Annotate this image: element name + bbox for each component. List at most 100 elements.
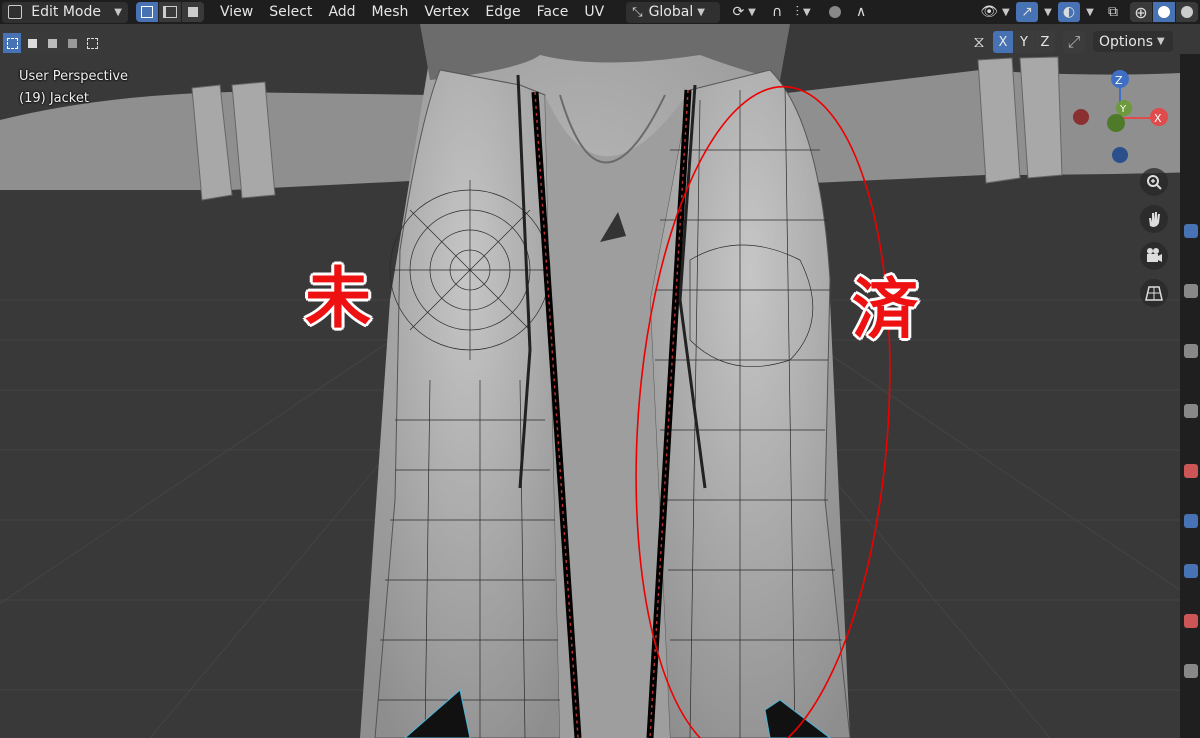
menu-view[interactable]: View bbox=[212, 1, 261, 23]
strip-icon[interactable] bbox=[1184, 614, 1198, 628]
gizmo-neg-x[interactable] bbox=[1073, 109, 1089, 125]
visibility-dropdown[interactable]: 👁 ▼ bbox=[978, 2, 1012, 22]
mode-dropdown[interactable]: Edit Mode ▼ bbox=[2, 1, 128, 23]
pan-button[interactable] bbox=[1140, 205, 1168, 233]
magnet-icon: ∩ bbox=[772, 4, 783, 20]
menu-uv[interactable]: UV bbox=[576, 1, 612, 23]
annotation-right-mark: 済 bbox=[852, 271, 918, 348]
wireframe-shading-button[interactable]: ⊕ bbox=[1130, 2, 1152, 22]
select-subtract-icon bbox=[47, 38, 57, 48]
menu-vertex[interactable]: Vertex bbox=[416, 1, 477, 23]
zoom-button[interactable] bbox=[1140, 168, 1168, 196]
mirror-icon[interactable]: ⧖ bbox=[969, 31, 989, 53]
chevron-down-icon: ▼ bbox=[697, 6, 705, 18]
camera-button[interactable] bbox=[1140, 242, 1168, 270]
mirror-axes: X Y Z bbox=[993, 31, 1055, 53]
chevron-down-icon: ▼ bbox=[114, 6, 122, 18]
grid-icon bbox=[1145, 286, 1163, 301]
solid-shading-button[interactable] bbox=[1153, 2, 1175, 22]
strip-icon[interactable] bbox=[1184, 664, 1198, 678]
eye-icon: 👁 bbox=[980, 4, 999, 20]
mirror-z-button[interactable]: Z bbox=[1035, 31, 1055, 53]
gizmo-dropdown[interactable]: ▼ bbox=[1038, 2, 1054, 22]
annotation-left-mark: 未 bbox=[305, 260, 371, 337]
edge-select-icon bbox=[163, 6, 177, 18]
menu-face[interactable]: Face bbox=[529, 1, 577, 23]
gizmo-toggle[interactable]: ↗ bbox=[1016, 2, 1038, 22]
tool-header-row: ⧖ X Y Z ⤢ Options ▼ bbox=[0, 30, 1200, 54]
chevron-down-icon: ▼ bbox=[748, 6, 756, 18]
select-invert-button[interactable] bbox=[63, 33, 81, 53]
chevron-down-icon: ▼ bbox=[803, 6, 811, 18]
gizmo-icon: ↗ bbox=[1021, 4, 1033, 20]
snap-target-icon: ⫶ bbox=[795, 4, 800, 20]
3d-viewport[interactable]: 未 済 User Perspective (19) Jacket Z X Y bbox=[0, 0, 1200, 738]
select-intersect-button[interactable] bbox=[83, 33, 101, 53]
select-box-modes bbox=[2, 32, 102, 54]
mirror-x-button[interactable]: X bbox=[993, 31, 1013, 53]
face-select-button[interactable] bbox=[182, 2, 204, 22]
menu-add[interactable]: Add bbox=[320, 1, 363, 23]
proportional-edit-toggle[interactable] bbox=[824, 2, 846, 22]
proportional-edit-icon bbox=[829, 6, 842, 18]
orientation-icon: ⤡ bbox=[632, 4, 643, 20]
strip-icon[interactable] bbox=[1184, 514, 1198, 528]
overlay-toggle[interactable]: ◐ bbox=[1058, 2, 1080, 22]
select-mode-group bbox=[136, 2, 204, 22]
viewport-header: Edit Mode ▼ View Select Add Mesh Vertex … bbox=[0, 0, 1200, 24]
snap-target-dropdown[interactable]: ⫶ ▼ bbox=[790, 2, 816, 22]
header-menus: View Select Add Mesh Vertex Edge Face UV bbox=[212, 1, 612, 23]
perspective-label: User Perspective bbox=[19, 69, 129, 84]
viewport-scene[interactable] bbox=[0, 0, 1200, 738]
overlay-icon: ◐ bbox=[1062, 4, 1076, 20]
editmode-icon bbox=[8, 5, 22, 19]
vertex-select-button[interactable] bbox=[136, 2, 158, 22]
select-extend-button[interactable] bbox=[23, 33, 41, 53]
strip-icon[interactable] bbox=[1184, 344, 1198, 358]
gizmo-z-label: Z bbox=[1115, 74, 1123, 87]
pivot-icon: ⟳ bbox=[732, 4, 745, 20]
xray-toggle[interactable]: ⧉ bbox=[1102, 2, 1124, 22]
grid-button[interactable] bbox=[1140, 279, 1168, 307]
overlay-dropdown[interactable]: ▼ bbox=[1080, 2, 1096, 22]
navigation-gizmo[interactable]: Z X Y bbox=[1064, 66, 1174, 166]
orientation-dropdown[interactable]: ⤡ Global ▼ bbox=[626, 1, 721, 23]
strip-icon[interactable] bbox=[1184, 464, 1198, 478]
face-select-icon bbox=[188, 7, 198, 17]
select-subtract-button[interactable] bbox=[43, 33, 61, 53]
select-new-button[interactable] bbox=[3, 33, 21, 53]
auto-merge-toggle[interactable]: ⤢ bbox=[1063, 31, 1085, 53]
snap-toggle[interactable]: ∩ bbox=[766, 2, 788, 22]
shading-group: ⊕ bbox=[1130, 2, 1198, 22]
pivot-dropdown[interactable]: ⟳ ▼ bbox=[726, 2, 762, 22]
vertex-select-icon bbox=[141, 6, 153, 18]
proportional-falloff-dropdown[interactable]: ∧ bbox=[848, 2, 874, 22]
options-label: Options bbox=[1099, 33, 1154, 50]
strip-icon-active[interactable] bbox=[1184, 224, 1198, 238]
select-new-icon bbox=[6, 37, 18, 49]
xray-icon: ⧉ bbox=[1108, 4, 1118, 20]
auto-merge-icon: ⤢ bbox=[1067, 32, 1081, 51]
chevron-down-icon: ▼ bbox=[1157, 36, 1165, 47]
zoom-icon bbox=[1147, 175, 1162, 190]
menu-select[interactable]: Select bbox=[261, 1, 320, 23]
gizmo-y-label: Y bbox=[1119, 104, 1127, 115]
shading-icon bbox=[1181, 6, 1193, 18]
select-intersect-icon bbox=[86, 37, 98, 49]
properties-strip bbox=[1180, 54, 1200, 738]
gizmo-neg-y[interactable] bbox=[1107, 114, 1125, 132]
select-extend-icon bbox=[27, 38, 37, 48]
strip-icon[interactable] bbox=[1184, 404, 1198, 418]
menu-edge[interactable]: Edge bbox=[477, 1, 528, 23]
hand-icon bbox=[1149, 212, 1160, 227]
options-dropdown[interactable]: Options ▼ bbox=[1093, 31, 1173, 52]
menu-mesh[interactable]: Mesh bbox=[364, 1, 417, 23]
mirror-y-button[interactable]: Y bbox=[1014, 31, 1034, 53]
falloff-icon: ∧ bbox=[856, 4, 867, 20]
edge-select-button[interactable] bbox=[159, 2, 181, 22]
strip-icon[interactable] bbox=[1184, 564, 1198, 578]
strip-icon[interactable] bbox=[1184, 284, 1198, 298]
material-shading-button[interactable] bbox=[1176, 2, 1198, 22]
gizmo-x-label: X bbox=[1154, 112, 1162, 125]
gizmo-neg-z[interactable] bbox=[1112, 147, 1128, 163]
